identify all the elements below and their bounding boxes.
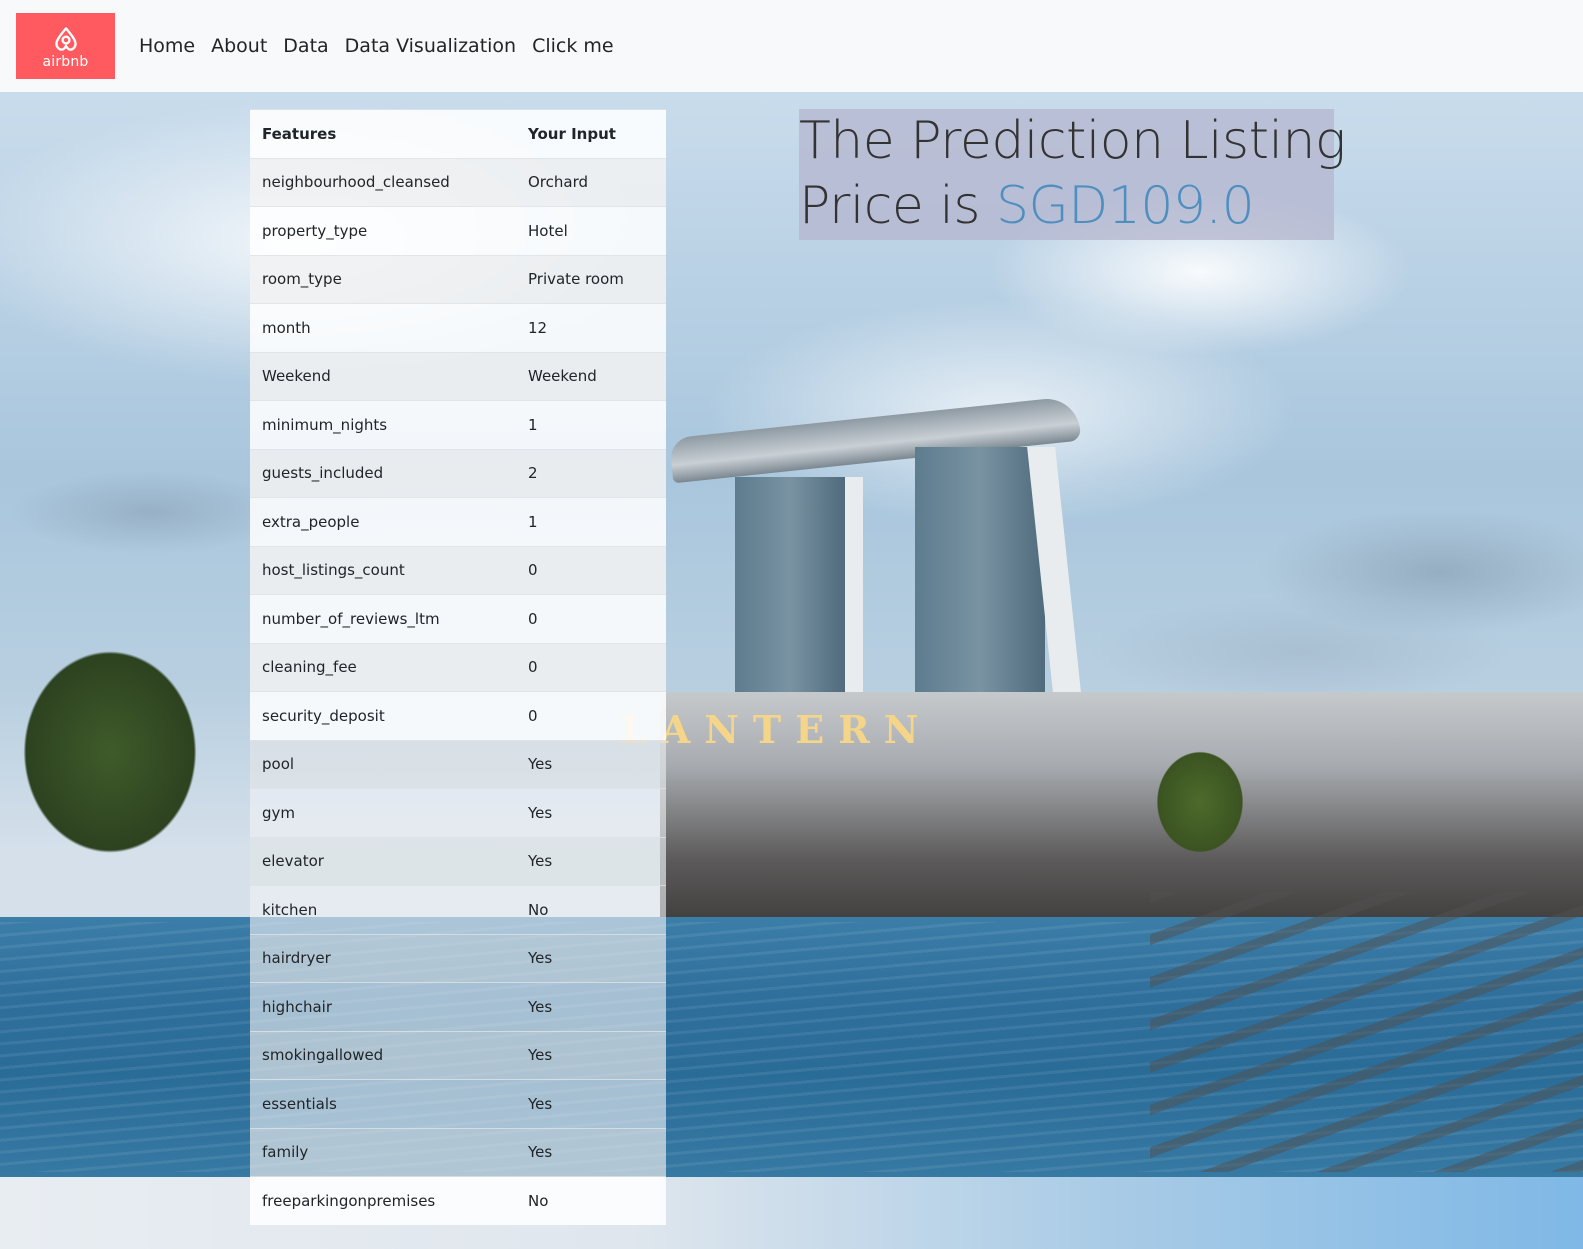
feature-cell: host_listings_count [250,545,516,595]
table-row: extra_people 1 [250,497,666,546]
prediction-price: SGD109.0 [995,176,1255,236]
value-cell: Yes [516,788,666,837]
table-row: freeparkingonpremises No [250,1176,666,1225]
value-cell: No [516,885,666,934]
tree-shape [0,632,240,932]
value-cell: Yes [516,1030,666,1080]
table-row: gym Yes [250,788,666,837]
value-cell: 0 [516,642,666,692]
value-cell: Yes [516,739,666,789]
feature-cell: elevator [250,836,516,886]
table-row: neighbourhood_cleansed Orchard [250,157,666,207]
table-row: security_deposit 0 [250,691,666,740]
feature-cell: smokingallowed [250,1030,516,1080]
table-row: guests_included 2 [250,448,666,498]
value-cell: 1 [516,400,666,449]
table-row: family Yes [250,1127,666,1177]
header-features: Features [250,109,516,158]
nav-home[interactable]: Home [131,35,203,57]
brand-text: airbnb [42,54,89,70]
features-table: Features Your Input neighbourhood_cleans… [250,109,666,1225]
airbnb-icon [54,27,77,51]
features-table-container: Features Your Input neighbourhood_cleans… [250,109,666,1225]
prediction-line1: The Prediction Listing [799,111,1346,171]
table-row: number_of_reviews_ltm 0 [250,594,666,643]
feature-cell: pool [250,739,516,789]
feature-cell: family [250,1127,516,1177]
table-row: smokingallowed Yes [250,1030,666,1080]
value-cell: Yes [516,933,666,983]
feature-cell: number_of_reviews_ltm [250,594,516,643]
feature-cell: guests_included [250,448,516,498]
feature-cell: essentials [250,1079,516,1128]
table-body: neighbourhood_cleansed Orchard property_t… [250,157,666,1225]
lantern-sign: LANTERN [620,707,933,752]
feature-cell: gym [250,788,516,837]
value-cell: Weekend [516,351,666,401]
value-cell: Yes [516,836,666,886]
value-cell: Yes [516,1127,666,1177]
value-cell: No [516,1176,666,1225]
feature-cell: neighbourhood_cleansed [250,157,516,207]
value-cell: Hotel [516,206,666,255]
navbar: airbnb Home About Data Data Visualizatio… [0,0,1583,92]
feature-cell: hairdryer [250,933,516,983]
feature-cell: kitchen [250,885,516,934]
table-row: pool Yes [250,739,666,789]
feature-cell: freeparkingonpremises [250,1176,516,1225]
table-row: room_type Private room [250,254,666,304]
table-row: property_type Hotel [250,206,666,255]
table-row: minimum_nights 1 [250,400,666,449]
value-cell: 1 [516,497,666,546]
prediction-line2: Price is SGD109.0 [799,174,1334,239]
feature-cell: Weekend [250,351,516,401]
feature-cell: room_type [250,254,516,304]
feature-cell: minimum_nights [250,400,516,449]
table-row: essentials Yes [250,1079,666,1128]
value-cell: 0 [516,545,666,595]
hero-background: LANTERN [0,92,1583,1249]
feature-cell: cleaning_fee [250,642,516,692]
table-row: host_listings_count 0 [250,545,666,595]
table-row: highchair Yes [250,982,666,1031]
nav-about[interactable]: About [203,35,275,57]
table-row: kitchen No [250,885,666,934]
nav-links: Home About Data Data Visualization Click… [131,0,622,92]
feature-cell: highchair [250,982,516,1031]
feature-cell: property_type [250,206,516,255]
table-row: hairdryer Yes [250,933,666,983]
table-row: month 12 [250,303,666,352]
table-row: Weekend Weekend [250,351,666,401]
value-cell: Private room [516,254,666,304]
feature-cell: extra_people [250,497,516,546]
feature-cell: security_deposit [250,691,516,740]
header-your-input: Your Input [516,109,666,158]
nav-click-me[interactable]: Click me [524,35,622,57]
value-cell: Yes [516,1079,666,1128]
nav-data[interactable]: Data [275,35,336,57]
nav-data-visualization[interactable]: Data Visualization [337,35,524,57]
value-cell: 12 [516,303,666,352]
value-cell: Orchard [516,157,666,207]
loungers-shape [1150,892,1583,1172]
airbnb-logo[interactable]: airbnb [16,13,115,79]
value-cell: 2 [516,448,666,498]
prediction-result: The Prediction Listing Price is SGD109.0 [799,109,1346,240]
table-row: cleaning_fee 0 [250,642,666,692]
table-header-row: Features Your Input [250,109,666,158]
bottom-band [0,1177,1583,1249]
tree-shape [1140,732,1260,882]
feature-cell: month [250,303,516,352]
value-cell: 0 [516,691,666,740]
prediction-prefix: Price is [799,176,996,236]
table-row: elevator Yes [250,836,666,886]
value-cell: Yes [516,982,666,1031]
value-cell: 0 [516,594,666,643]
